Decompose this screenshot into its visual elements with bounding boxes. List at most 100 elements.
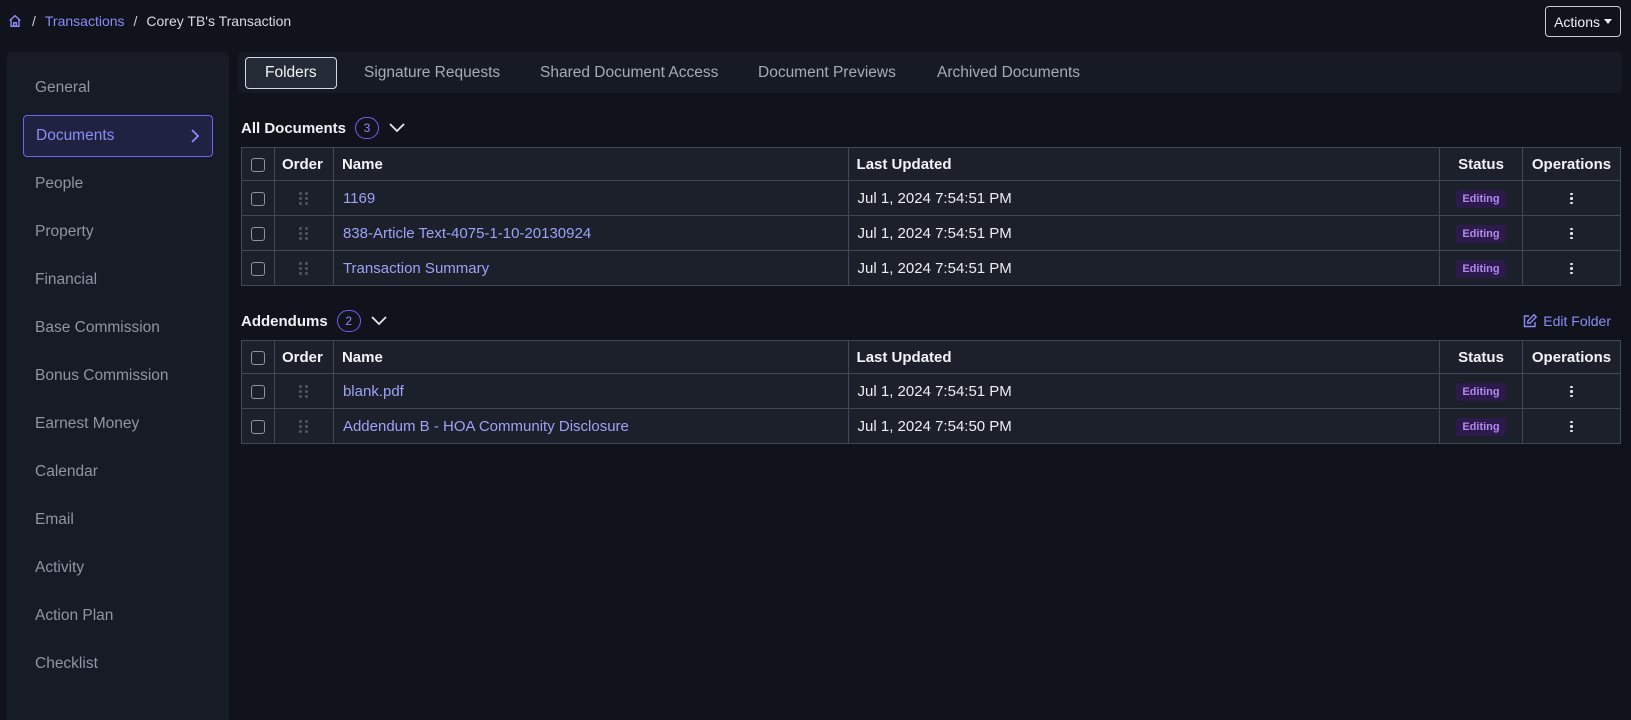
sidebar-item-documents[interactable]: Documents [23, 115, 213, 157]
sidebar-item-label: Checklist [35, 655, 98, 672]
more-options-icon[interactable] [1570, 385, 1573, 398]
document-link[interactable]: 838-Article Text-4075-1-10-20130924 [343, 225, 591, 242]
sidebar-item-earnest-money[interactable]: Earnest Money [23, 403, 213, 445]
caret-down-icon [1604, 19, 1612, 24]
breadcrumb-separator: / [133, 13, 138, 29]
row-select-cell [241, 373, 275, 409]
sidebar-item-bonus-commission[interactable]: Bonus Commission [23, 355, 213, 397]
status-badge: Editing [1456, 382, 1506, 401]
edit-folder-button[interactable]: Edit Folder [1522, 313, 1611, 329]
more-options-icon[interactable] [1570, 227, 1573, 240]
table-row: Transaction Summary Jul 1, 2024 7:54:51 … [241, 250, 1622, 286]
drag-handle[interactable] [273, 215, 334, 251]
drag-handle[interactable] [273, 250, 334, 286]
sidebar-item-label: Action Plan [35, 607, 114, 624]
status-badge: Editing [1456, 224, 1506, 243]
table-row: blank.pdf Jul 1, 2024 7:54:51 PM Editing [241, 373, 1622, 409]
tab-folders[interactable]: Folders [245, 57, 337, 89]
select-all-checkbox[interactable] [250, 157, 265, 172]
document-link[interactable]: Transaction Summary [343, 260, 489, 277]
drag-handle-icon [299, 385, 309, 399]
breadcrumb-link-transactions[interactable]: Transactions [45, 13, 125, 29]
sidebar-item-people[interactable]: People [23, 163, 213, 205]
status-cell: Editing [1439, 215, 1523, 251]
last-updated-cell: Jul 1, 2024 7:54:51 PM [847, 180, 1441, 216]
drag-handle-icon [299, 420, 309, 434]
column-header-order: Order [273, 340, 334, 374]
sidebar-item-checklist[interactable]: Checklist [23, 643, 213, 685]
column-header-order: Order [273, 147, 334, 181]
tab-signature-requests[interactable]: Signature Requests [345, 57, 519, 89]
last-updated-cell: Jul 1, 2024 7:54:51 PM [847, 215, 1441, 251]
operations-cell [1521, 408, 1622, 444]
row-checkbox[interactable] [250, 384, 265, 399]
sidebar-item-label: People [35, 175, 84, 192]
tab-bar: Folders Signature Requests Shared Docume… [238, 52, 1622, 93]
breadcrumb-separator: / [32, 13, 36, 29]
edit-folder-label: Edit Folder [1543, 313, 1611, 329]
sidebar-item-email[interactable]: Email [23, 499, 213, 541]
folder-title: All Documents [241, 119, 347, 137]
more-options-icon[interactable] [1570, 262, 1573, 275]
row-checkbox[interactable] [250, 419, 265, 434]
folder-count-badge: 3 [355, 117, 380, 139]
chevron-down-icon[interactable] [388, 122, 406, 134]
home-icon[interactable] [7, 13, 23, 29]
sidebar-item-property[interactable]: Property [23, 211, 213, 253]
sidebar-item-action-plan[interactable]: Action Plan [23, 595, 213, 637]
sidebar-item-label: Property [35, 223, 94, 240]
sidebar-item-general[interactable]: General [23, 67, 213, 109]
more-options-icon[interactable] [1570, 192, 1573, 205]
sidebar-item-financial[interactable]: Financial [23, 259, 213, 301]
column-header-operations: Operations [1521, 340, 1622, 374]
sidebar-item-base-commission[interactable]: Base Commission [23, 307, 213, 349]
document-link[interactable]: blank.pdf [343, 383, 404, 400]
top-bar: / Transactions / Corey TB's Transaction … [0, 0, 1631, 44]
chevron-down-icon[interactable] [370, 315, 388, 327]
tab-shared-document-access[interactable]: Shared Document Access [521, 57, 737, 89]
document-link[interactable]: Addendum B - HOA Community Disclosure [343, 418, 629, 435]
status-badge: Editing [1456, 259, 1506, 278]
sidebar-item-label: Financial [35, 271, 98, 288]
row-select-cell [241, 408, 275, 444]
drag-handle[interactable] [273, 373, 334, 409]
row-checkbox[interactable] [250, 226, 265, 241]
row-checkbox[interactable] [250, 191, 265, 206]
table-row: 838-Article Text-4075-1-10-20130924 Jul … [241, 215, 1622, 251]
tab-label: Document Previews [758, 64, 896, 81]
tab-document-previews[interactable]: Document Previews [739, 57, 915, 89]
drag-handle-icon [299, 192, 309, 206]
row-select-cell [241, 180, 275, 216]
document-link[interactable]: 1169 [343, 190, 375, 207]
table-header-row: Order Name Last Updated Status Operation… [241, 340, 1622, 374]
sidebar-item-activity[interactable]: Activity [23, 547, 213, 589]
sidebar-item-label: Email [35, 511, 74, 528]
name-cell: blank.pdf [332, 373, 849, 409]
more-options-icon[interactable] [1570, 420, 1573, 433]
sidebar-item-label: Calendar [35, 463, 98, 480]
name-cell: Addendum B - HOA Community Disclosure [332, 408, 849, 444]
sidebar-item-label: General [35, 79, 91, 96]
table-header-row: Order Name Last Updated Status Operation… [241, 147, 1622, 181]
sidebar-item-calendar[interactable]: Calendar [23, 451, 213, 493]
row-checkbox[interactable] [250, 261, 265, 276]
tab-archived-documents[interactable]: Archived Documents [918, 57, 1099, 89]
folder-header-all-documents: All Documents 3 [241, 117, 406, 139]
operations-cell [1521, 250, 1622, 286]
select-all-cell [241, 147, 275, 181]
drag-handle[interactable] [273, 408, 334, 444]
sidebar-item-label: Bonus Commission [35, 367, 169, 384]
actions-button[interactable]: Actions [1545, 6, 1621, 37]
operations-cell [1521, 373, 1622, 409]
documents-table-addendums: Order Name Last Updated Status Operation… [241, 340, 1622, 444]
name-cell: 1169 [332, 180, 849, 216]
status-cell: Editing [1439, 408, 1523, 444]
status-cell: Editing [1439, 180, 1523, 216]
tab-label: Signature Requests [364, 64, 501, 81]
select-all-checkbox[interactable] [250, 350, 265, 365]
tab-label: Folders [265, 64, 317, 81]
breadcrumb: / Transactions / Corey TB's Transaction [7, 13, 291, 29]
drag-handle[interactable] [273, 180, 334, 216]
sidebar: General Documents People Property Financ… [7, 52, 229, 720]
status-cell: Editing [1439, 250, 1523, 286]
